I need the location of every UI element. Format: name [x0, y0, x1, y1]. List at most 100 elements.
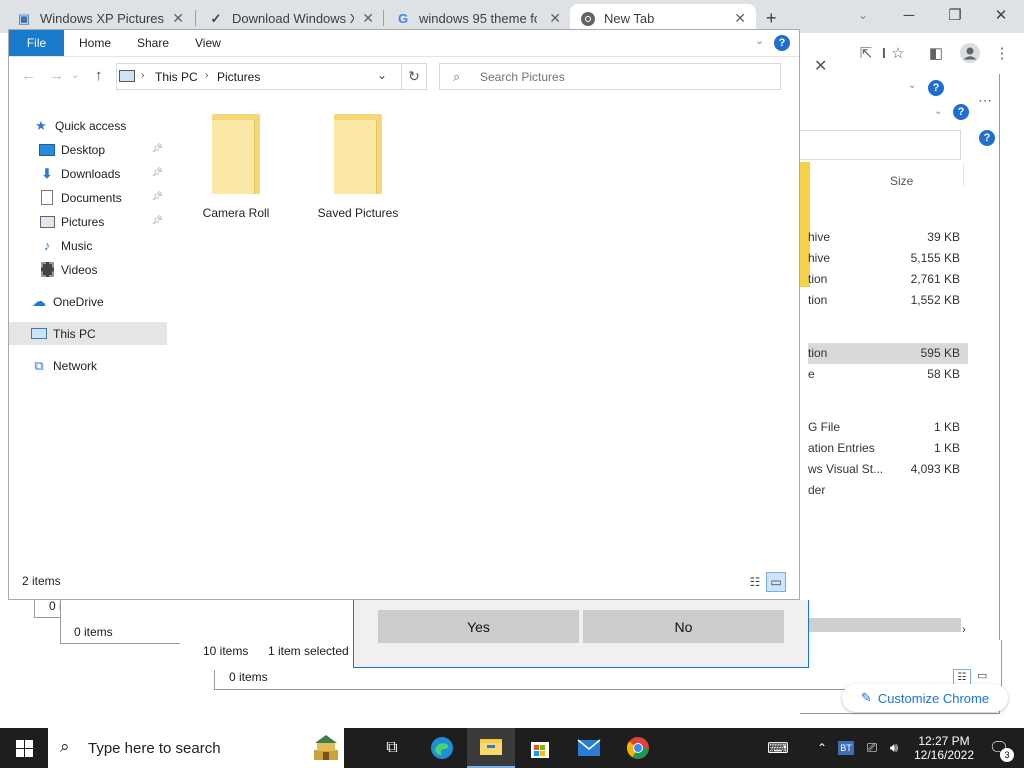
- breadcrumb-pictures[interactable]: Pictures: [217, 70, 260, 84]
- sidebar-item-desktop[interactable]: Desktop 📌︎: [9, 138, 167, 161]
- help-icon[interactable]: ?: [979, 130, 995, 146]
- taskbar-search-box[interactable]: ⌕ Type here to search: [48, 728, 344, 768]
- yes-button[interactable]: Yes: [378, 610, 579, 643]
- computer-icon: [31, 326, 47, 342]
- sidebar-item-music[interactable]: ♪ Music: [9, 234, 167, 257]
- details-view-icon[interactable]: ☷: [953, 669, 971, 685]
- edge-browser-icon[interactable]: [418, 728, 466, 768]
- store-icon[interactable]: [516, 728, 564, 768]
- close-tab-icon[interactable]: ✕: [362, 10, 374, 27]
- column-header-size[interactable]: Size: [890, 174, 913, 188]
- keyboard-icon[interactable]: ⌨: [764, 728, 792, 768]
- address-history-chevron-icon[interactable]: ⌄: [377, 68, 387, 82]
- list-item[interactable]: tion 1,552 KB: [808, 290, 968, 311]
- sidebar-item-pictures[interactable]: Pictures 📌︎: [9, 210, 167, 233]
- sidebar-item-label: Documents: [61, 190, 122, 205]
- list-item[interactable]: der: [808, 480, 968, 501]
- back-arrow-icon[interactable]: ←: [21, 67, 36, 84]
- close-tab-icon[interactable]: ✕: [172, 10, 184, 27]
- side-panel-icon[interactable]: ◧: [924, 41, 948, 65]
- tab-title: windows 95 theme for: [419, 11, 537, 26]
- search-box[interactable]: ⌕: [439, 63, 781, 90]
- forward-arrow-icon[interactable]: →: [49, 67, 64, 84]
- restore-icon[interactable]: ❐: [932, 0, 978, 30]
- close-icon[interactable]: ✕: [814, 56, 827, 76]
- no-button[interactable]: No: [583, 610, 784, 643]
- sidebar-item-quick-access[interactable]: ★ Quick access: [9, 114, 167, 137]
- list-item[interactable]: G File 1 KB: [808, 417, 968, 438]
- close-window-icon[interactable]: ✕: [978, 0, 1024, 30]
- chevron-down-icon[interactable]: ⌄: [934, 106, 942, 117]
- list-item-selected[interactable]: tion 595 KB: [808, 343, 968, 364]
- up-arrow-icon[interactable]: ↑: [95, 67, 103, 84]
- volume-icon[interactable]: 🔊︎: [884, 728, 904, 768]
- tab-title: Download Windows XP: [232, 11, 354, 26]
- chrome-taskbar-icon[interactable]: [614, 728, 662, 768]
- file-explorer-taskbar-icon[interactable]: [467, 728, 515, 768]
- language-badge[interactable]: BT: [836, 728, 856, 768]
- sidebar-item-this-pc[interactable]: This PC: [9, 322, 167, 345]
- list-item[interactable]: hive 5,155 KB: [808, 248, 968, 269]
- tab-search-chevron-icon[interactable]: ⌄: [840, 0, 886, 30]
- list-item[interactable]: ation Entries 1 KB: [808, 438, 968, 459]
- more-menu-icon[interactable]: ⋮: [990, 41, 1014, 65]
- task-view-icon[interactable]: ⧉: [368, 728, 416, 768]
- tab-home[interactable]: Home: [79, 30, 111, 56]
- large-icons-view-icon[interactable]: ▭: [977, 669, 987, 682]
- pin-icon[interactable]: 📌︎: [152, 167, 163, 178]
- tab-file[interactable]: File: [9, 30, 64, 56]
- list-item[interactable]: e 58 KB: [808, 364, 968, 385]
- large-icons-view-icon[interactable]: ▭: [766, 572, 786, 592]
- folder-item[interactable]: Camera Roll: [181, 114, 291, 220]
- status-item-count: 2 items: [22, 574, 61, 588]
- close-tab-icon[interactable]: ✕: [549, 10, 561, 27]
- clock[interactable]: 12:27 PM 12/16/2022: [906, 728, 982, 768]
- breadcrumb-separator-icon: ›: [205, 70, 209, 81]
- search-highlight-icon: [310, 732, 342, 764]
- start-button[interactable]: [0, 728, 48, 768]
- tab-share[interactable]: Share: [137, 30, 169, 56]
- chevron-down-icon[interactable]: ⌄: [908, 80, 916, 91]
- network-tray-icon[interactable]: ⎚: [862, 728, 882, 768]
- tab-separator: [383, 10, 384, 26]
- customize-chrome-button[interactable]: ✎ Customize Chrome: [842, 684, 1008, 712]
- search-icon: ⌕: [60, 737, 70, 756]
- address-bar[interactable]: › This PC › Pictures ⌄: [116, 63, 402, 90]
- help-icon[interactable]: ?: [928, 80, 944, 96]
- folder-item[interactable]: Saved Pictures: [303, 114, 413, 220]
- bookmark-star-icon[interactable]: ☆: [886, 41, 910, 65]
- list-item[interactable]: tion 2,761 KB: [808, 269, 968, 290]
- help-icon[interactable]: ?: [774, 35, 790, 51]
- close-tab-icon[interactable]: ✕: [734, 10, 746, 27]
- notifications-button[interactable]: 🗨︎ 3: [982, 728, 1016, 768]
- chrome-icon: [580, 11, 596, 27]
- expand-ribbon-chevron-icon[interactable]: ⌄: [755, 34, 764, 47]
- horizontal-scrollbar[interactable]: [808, 618, 961, 632]
- breadcrumb-this-pc[interactable]: This PC: [155, 70, 198, 84]
- details-view-icon[interactable]: ☷: [745, 572, 765, 592]
- tab-view[interactable]: View: [195, 30, 221, 56]
- list-item[interactable]: hive 39 KB: [808, 227, 968, 248]
- minimize-icon[interactable]: ─: [886, 0, 932, 30]
- pin-icon[interactable]: 📌︎: [152, 143, 163, 154]
- scroll-right-icon[interactable]: ›: [962, 624, 966, 636]
- show-hidden-icons-chevron-icon[interactable]: ⌃: [812, 728, 832, 768]
- pin-icon[interactable]: 📌︎: [152, 191, 163, 202]
- sidebar-item-videos[interactable]: Videos: [9, 258, 167, 281]
- sidebar-item-documents[interactable]: Documents 📌︎: [9, 186, 167, 209]
- help-icon[interactable]: ?: [953, 104, 969, 120]
- cloud-icon: ☁: [32, 293, 46, 309]
- recent-locations-chevron-icon[interactable]: ⌄: [71, 70, 79, 81]
- address-bar[interactable]: [800, 130, 961, 160]
- refresh-button[interactable]: ↻: [401, 63, 427, 90]
- pin-icon[interactable]: 📌︎: [152, 215, 163, 226]
- sidebar-item-label: This PC: [53, 326, 96, 341]
- sidebar-item-onedrive[interactable]: ☁ OneDrive: [9, 290, 167, 313]
- list-item[interactable]: ws Visual St... 4,093 KB: [808, 459, 968, 480]
- sidebar-item-network[interactable]: ⧉ Network: [9, 354, 167, 377]
- search-input[interactable]: [480, 68, 770, 86]
- profile-avatar-icon[interactable]: [958, 41, 982, 65]
- sidebar-item-label: Desktop: [61, 142, 106, 157]
- sidebar-item-downloads[interactable]: ⬇ Downloads 📌︎: [9, 162, 167, 185]
- mail-icon[interactable]: [565, 728, 613, 768]
